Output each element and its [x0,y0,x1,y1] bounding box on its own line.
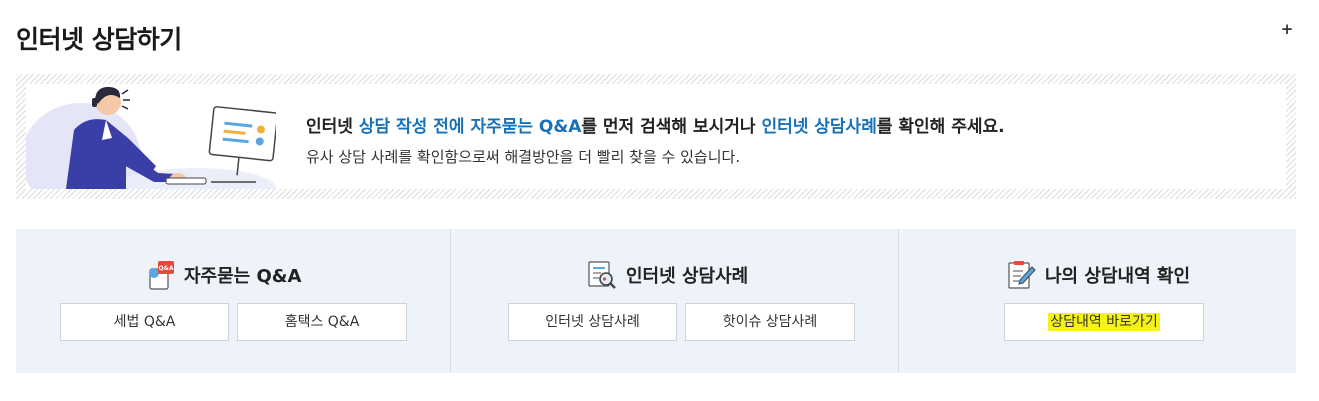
banner-text-1: 인터넷 [306,117,359,137]
cases-section: 인터넷 상담사례 인터넷 상담사례 핫이슈 상담사례 [451,229,898,373]
banner-message: 인터넷 상담 작성 전에 자주묻는 Q&A를 먼저 검색해 보시거나 인터넷 상… [306,112,1005,137]
cases-link[interactable]: 인터넷 상담사례 [761,117,876,137]
history-section-title: 나의 상담내역 확인 [1045,266,1191,287]
faq-section-heading: Q&A 자주묻는 Q&A [144,259,301,291]
hometax-qa-button[interactable]: 홈택스 Q&A [237,303,407,341]
cases-section-heading: 인터넷 상담사례 [586,259,748,291]
svg-text:Q&A: Q&A [159,265,174,272]
tax-law-qa-button[interactable]: 세법 Q&A [60,303,229,341]
banner-text-2: 를 먼저 검색해 보시거나 [581,117,762,137]
consultation-history-label: 상담내역 바로가기 [1048,313,1160,331]
consultation-history-button[interactable]: 상담내역 바로가기 [1004,303,1204,341]
consultant-at-computer-illustration [26,78,276,189]
faq-link[interactable]: 상담 작성 전에 자주묻는 Q&A [359,117,582,137]
faq-section-title: 자주묻는 Q&A [184,266,302,287]
shortcut-panel: Q&A 자주묻는 Q&A 세법 Q&A 홈택스 Q&A 인터넷 상담사례 인터넷… [16,229,1296,373]
page-title: 인터넷 상담하기 [16,25,182,54]
qa-card-icon: Q&A [144,259,176,291]
banner-text-3: 를 확인해 주세요. [876,117,1005,137]
history-section-heading: 나의 상담내역 확인 [1005,259,1190,291]
document-search-icon [586,259,618,291]
faq-section: Q&A 자주묻는 Q&A 세법 Q&A 홈택스 Q&A [16,229,450,373]
cases-section-title: 인터넷 상담사례 [626,266,749,287]
banner-subtext: 유사 상담 사례를 확인함으로써 해결방안을 더 빨리 찾을 수 있습니다. [306,148,741,166]
more-button[interactable]: + [1280,22,1294,37]
hot-issue-cases-button[interactable]: 핫이슈 상담사례 [685,303,855,341]
history-section: 나의 상담내역 확인 상담내역 바로가기 [899,229,1296,373]
internet-cases-button[interactable]: 인터넷 상담사례 [508,303,677,341]
info-banner: 인터넷 상담 작성 전에 자주묻는 Q&A를 먼저 검색해 보시거나 인터넷 상… [16,74,1296,199]
notepad-pen-icon [1005,259,1037,291]
